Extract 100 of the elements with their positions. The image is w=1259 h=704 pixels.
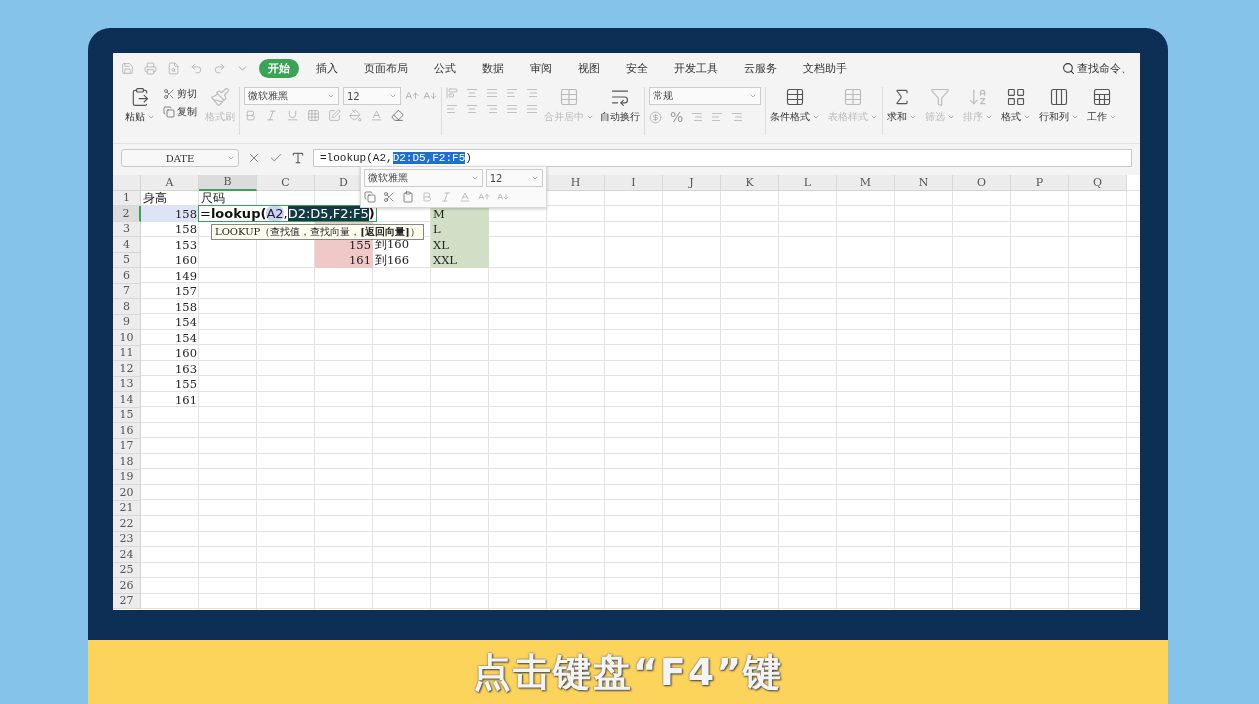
caret-icon (586, 113, 594, 121)
confirm-icon[interactable] (269, 151, 283, 165)
column-header[interactable]: A (141, 175, 199, 191)
bold-icon[interactable] (421, 191, 433, 203)
table-cell: L (433, 221, 441, 237)
scissors-icon[interactable] (383, 191, 395, 203)
table-cell: 尺码 (201, 190, 225, 206)
row-header[interactable]: 8 (113, 299, 141, 315)
menu-tab[interactable]: 文档助手 (794, 59, 856, 78)
align-left-icon[interactable] (446, 103, 458, 115)
distribute-icon[interactable] (526, 103, 538, 115)
row-header[interactable]: 4 (113, 237, 141, 253)
font-name-select[interactable]: 微软雅黑 (364, 169, 483, 187)
cell-style-icon[interactable] (328, 109, 341, 122)
currency-icon[interactable] (649, 110, 662, 124)
caret-icon (985, 113, 993, 121)
ribbon-tool-button[interactable]: 行和列 (1039, 87, 1079, 124)
formula-field[interactable]: =lookup(A2,D2:D5,F2:F5) (313, 149, 1132, 167)
font-color-icon[interactable] (459, 191, 471, 203)
column-header[interactable]: J (663, 175, 721, 191)
align-middle-icon[interactable] (466, 87, 478, 99)
row-header[interactable]: 18 (113, 454, 141, 470)
menu-tab[interactable]: 安全 (617, 59, 657, 78)
font-name-select[interactable]: 微软雅黑 (244, 87, 339, 105)
column-header[interactable]: L (779, 175, 837, 191)
number-format-select[interactable]: 常规 (649, 87, 761, 105)
cut-button[interactable]: 剪切 (163, 87, 197, 101)
row-header[interactable]: 22 (113, 516, 141, 532)
align-center-icon[interactable] (466, 103, 478, 115)
caret-icon (1023, 113, 1031, 121)
column-header[interactable]: O (953, 175, 1011, 191)
italic-icon[interactable] (440, 191, 452, 203)
column-header[interactable]: H (547, 175, 605, 191)
redo-icon[interactable] (213, 62, 226, 75)
undo-icon[interactable] (190, 62, 203, 75)
paste-button[interactable]: 粘贴 (125, 87, 155, 124)
menu-tab[interactable]: 开发工具 (665, 59, 727, 78)
align-right-icon[interactable] (486, 103, 498, 115)
row-header[interactable]: 16 (113, 423, 141, 439)
copy-icon[interactable] (364, 191, 376, 203)
print-icon[interactable] (144, 62, 157, 75)
align-bottom-icon[interactable] (486, 87, 498, 99)
menu-tab[interactable]: 页面布局 (355, 59, 417, 78)
font-color-icon[interactable] (370, 109, 383, 122)
copy-icon[interactable] (163, 106, 175, 118)
italic-icon[interactable] (265, 109, 278, 122)
row-header[interactable]: 6 (113, 268, 141, 284)
increase-font-icon[interactable] (478, 191, 490, 203)
column-header[interactable]: N (895, 175, 953, 191)
cancel-icon[interactable] (247, 151, 261, 165)
column-header[interactable]: C (257, 175, 315, 191)
row-header[interactable]: 12 (113, 361, 141, 377)
font-size-select[interactable]: 12 (343, 87, 401, 105)
paste-icon[interactable] (130, 87, 150, 107)
menu-tab[interactable]: 审阅 (521, 59, 561, 78)
row-header[interactable]: 2 (113, 206, 141, 222)
conditional-format-icon[interactable] (785, 87, 805, 107)
column-header[interactable]: P (1011, 175, 1069, 191)
column-header[interactable]: B (199, 175, 257, 191)
ribbon-tool-button[interactable]: 条件格式 (770, 87, 820, 124)
menu-tab[interactable]: 云服务 (735, 59, 786, 78)
ribbon-tool-button[interactable]: 求和 (887, 87, 917, 124)
wrap-text-button[interactable]: 自动换行 (600, 87, 640, 124)
font-size-select[interactable]: 12 (485, 169, 543, 187)
row-header[interactable]: 26 (113, 578, 141, 594)
search-command[interactable]: 查找命令、 (1062, 61, 1132, 76)
eraser-icon[interactable] (391, 109, 404, 122)
row-header[interactable]: 24 (113, 547, 141, 563)
scissors-icon[interactable] (163, 88, 175, 100)
column-header[interactable]: M (837, 175, 895, 191)
menu-tab[interactable]: 公式 (425, 59, 465, 78)
copy-button[interactable]: 复制 (163, 105, 197, 119)
select-all-corner[interactable] (113, 175, 141, 191)
fill-color-icon[interactable] (349, 109, 362, 122)
menu-tab[interactable]: 视图 (569, 59, 609, 78)
cell-editor[interactable]: =lookup(A2,D2:D5,F2:F5) (198, 205, 377, 222)
decrease-font-icon[interactable] (497, 191, 509, 203)
column-header[interactable]: K (721, 175, 779, 191)
justify-icon[interactable] (506, 103, 518, 115)
table-cell: 158 (175, 206, 197, 222)
menu-tab[interactable]: 插入 (307, 59, 347, 78)
ribbon-tool-button[interactable]: 格式 (1001, 87, 1031, 124)
save-icon[interactable] (121, 62, 134, 75)
ribbon-tool-button[interactable]: 工作 (1087, 87, 1117, 124)
menu-tab[interactable]: 数据 (473, 59, 513, 78)
rows-columns-icon[interactable] (1049, 87, 1069, 107)
format-icon[interactable] (1006, 87, 1026, 107)
row-header[interactable]: 14 (113, 392, 141, 408)
column-header[interactable]: I (605, 175, 663, 191)
table-cell: M (433, 206, 445, 222)
name-box[interactable]: DATE (121, 149, 239, 167)
worksheet-icon[interactable] (1092, 87, 1112, 107)
print-preview-icon[interactable] (167, 62, 180, 75)
row-header[interactable]: 20 (113, 485, 141, 501)
bold-icon[interactable] (244, 109, 257, 122)
table-cell: 163 (175, 361, 197, 377)
column-header[interactable]: Q (1069, 175, 1127, 191)
row-header[interactable]: 10 (113, 330, 141, 346)
underline-icon[interactable] (286, 109, 299, 122)
border-icon[interactable] (307, 109, 320, 122)
